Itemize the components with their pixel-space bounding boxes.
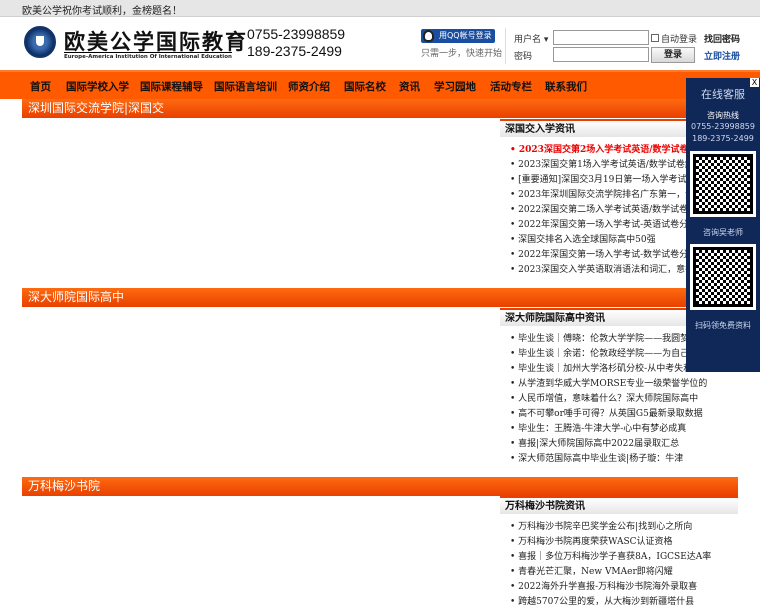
divider	[505, 28, 506, 64]
news-item[interactable]: 人民币增值，意味着什么？深大师院国际高中	[510, 392, 738, 407]
greeting: 欧美公学祝你考试顺利，金榜题名！	[22, 6, 182, 17]
nav-contact[interactable]: 联系我们	[545, 79, 587, 94]
top-bar: 欧美公学祝你考试顺利，金榜题名！	[0, 0, 760, 17]
news-box-vanke: 万科梅沙书院资讯 万科梅沙书院辛巴奖学金公布|找到心之所向 万科梅沙书院再度荣获…	[500, 496, 738, 610]
auto-login-label: 自动登录	[661, 35, 698, 45]
phone-2: 189-2375-2499	[247, 43, 342, 59]
news-item[interactable]: 万科梅沙书院辛巴奖学金公布|找到心之所向	[510, 520, 738, 535]
qq-penguin-icon	[423, 30, 434, 42]
forgot-password-link[interactable]: 找回密码	[704, 32, 740, 45]
password-label: 密码	[514, 52, 533, 62]
news-item[interactable]: 青春光芒汇聚，New VMAer即将闪耀	[510, 565, 738, 580]
news-item[interactable]: 万科梅沙书院再度荣获WASC认证资格	[510, 535, 738, 550]
close-icon[interactable]: X	[750, 78, 759, 87]
phone-1: 0755-23998859	[247, 26, 346, 42]
nav-school-admission[interactable]: 国际学校入学	[66, 79, 129, 94]
news-item[interactable]: 高不可攀or唾手可得？从英国G5最新录取数据	[510, 407, 738, 422]
header: 欧美公学国际教育 Europe-America Institution Of I…	[0, 18, 760, 70]
hotline-phone-1: 0755-23998859	[691, 122, 755, 131]
nav-courses[interactable]: 国际课程辅导	[140, 79, 203, 94]
phones: 0755-23998859 189-2375-2499	[247, 26, 345, 60]
brand-english: Europe-America Institution Of Internatio…	[64, 52, 232, 60]
nav-news[interactable]: 资讯	[399, 79, 420, 94]
password-input[interactable]	[553, 47, 649, 62]
news-item[interactable]: 喜报｜多位万科梅沙学子喜获8A，IGCSE达A率	[510, 550, 738, 565]
login-button[interactable]: 登录	[651, 47, 695, 63]
hotline-phone-2: 189-2375-2499	[692, 134, 754, 143]
username-input[interactable]	[553, 30, 649, 45]
news-item[interactable]: 毕业生：王腾浩-牛津大学-心中有梦必成真	[510, 422, 738, 437]
section-title-sic[interactable]: 深圳国际交流学院|深国交	[22, 99, 738, 118]
nav-universities[interactable]: 国际名校	[344, 79, 386, 94]
section-title-szu[interactable]: 深大师院国际高中	[22, 288, 738, 307]
nav-teachers[interactable]: 师资介绍	[288, 79, 330, 94]
logo-emblem-icon[interactable]	[24, 26, 56, 58]
main-nav: 首页 国际学校入学 国际课程辅导 国际语言培训 师资介绍 国际名校 资讯 学习园…	[0, 70, 760, 99]
username-label[interactable]: 用户名 ▾	[514, 32, 548, 45]
news-item[interactable]: 跨越5707公里的爱，从大梅沙到新疆塔什县	[510, 595, 738, 610]
hotline-label: 咨询热线	[707, 111, 739, 120]
register-link[interactable]: 立即注册	[704, 49, 740, 62]
nav-study[interactable]: 学习园地	[434, 79, 476, 94]
consult-teacher-link[interactable]: 咨询吴老师	[686, 227, 760, 238]
wechat-qr-code	[690, 151, 756, 217]
free-materials-label: 扫码领免费资料	[695, 321, 751, 330]
qq-login-sub: 只需一步，快速开始	[421, 49, 503, 59]
auto-login-checkbox[interactable]	[651, 34, 659, 42]
news-title[interactable]: 万科梅沙书院资讯	[500, 496, 738, 514]
news-item[interactable]: 2022海外升学喜报-万科梅沙书院海外录取喜	[510, 580, 738, 595]
nav-events[interactable]: 活动专栏	[490, 79, 532, 94]
online-service-panel: X 在线客服 咨询热线 0755-23998859 189-2375-2499 …	[686, 78, 760, 372]
news-item[interactable]: 从学渣到华威大学MORSE专业一级荣誉学位的	[510, 377, 738, 392]
nav-home[interactable]: 首页	[30, 79, 51, 94]
news-item[interactable]: 深大师范国际高中毕业生谈|杨子璇：牛津	[510, 452, 738, 467]
nav-language[interactable]: 国际语言培训	[214, 79, 277, 94]
materials-qr-code	[690, 244, 756, 310]
section-title-vanke[interactable]: 万科梅沙书院	[22, 477, 738, 496]
news-item[interactable]: 喜报|深大师院国际高中2022届录取汇总	[510, 437, 738, 452]
panel-title: 在线客服	[701, 88, 745, 101]
qq-login-button[interactable]: 用QQ帐号登录	[421, 29, 495, 43]
